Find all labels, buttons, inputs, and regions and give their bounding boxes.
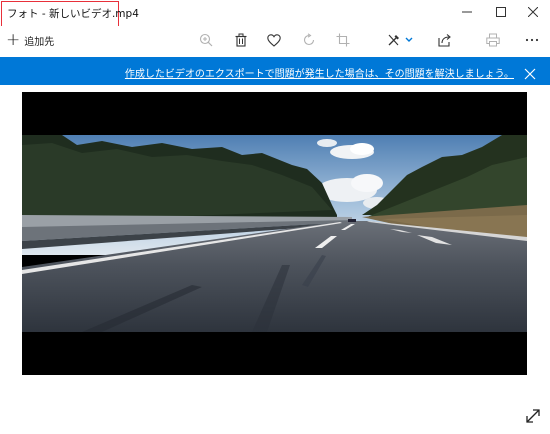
delete-button[interactable] — [229, 29, 253, 51]
edit-create-button[interactable] — [384, 29, 418, 51]
more-icon — [525, 38, 539, 42]
print-icon — [486, 33, 500, 47]
video-preview[interactable] — [22, 92, 527, 375]
share-icon — [438, 34, 451, 47]
favorite-heart-icon — [267, 33, 281, 47]
rotate-icon — [303, 33, 315, 46]
share-button[interactable] — [433, 29, 457, 51]
favorite-button[interactable] — [262, 29, 286, 51]
expand-diagonal-icon — [526, 409, 540, 423]
close-icon — [528, 7, 538, 17]
fullscreen-button[interactable] — [524, 407, 542, 425]
window-title: フォト - 新しいビデオ.mp4 — [7, 8, 139, 20]
zoom-in-icon — [199, 33, 213, 47]
toolbar: + 追加先 — [0, 26, 550, 54]
crop-icon — [336, 33, 350, 47]
zoom-in-button[interactable] — [194, 29, 218, 51]
plus-icon: + — [6, 29, 21, 50]
title-bar: フォト - 新しいビデオ.mp4 — [0, 0, 550, 29]
close-window-button[interactable] — [516, 0, 550, 24]
video-frame-image — [22, 135, 527, 332]
add-to-button[interactable]: + 追加先 — [6, 29, 54, 51]
more-options-button[interactable] — [520, 29, 544, 51]
notification-banner: 作成したビデオのエクスポートで問題が発生した場合は、その問題を解決しましょう。 — [0, 57, 550, 85]
banner-fix-link[interactable]: 作成したビデオのエクスポートで問題が発生した場合は、その問題を解決しましょう。 — [125, 65, 514, 80]
minimize-button[interactable] — [450, 0, 484, 24]
maximize-icon — [496, 7, 506, 17]
delete-icon — [235, 33, 247, 47]
crop-button[interactable] — [331, 29, 355, 51]
minimize-icon — [462, 11, 472, 13]
add-to-label: 追加先 — [24, 36, 55, 48]
maximize-button[interactable] — [484, 0, 518, 24]
print-button[interactable] — [481, 29, 505, 51]
close-icon — [524, 68, 536, 80]
rotate-button[interactable] — [297, 29, 321, 51]
edit-create-icon — [388, 34, 413, 46]
banner-close-button[interactable] — [524, 65, 536, 80]
